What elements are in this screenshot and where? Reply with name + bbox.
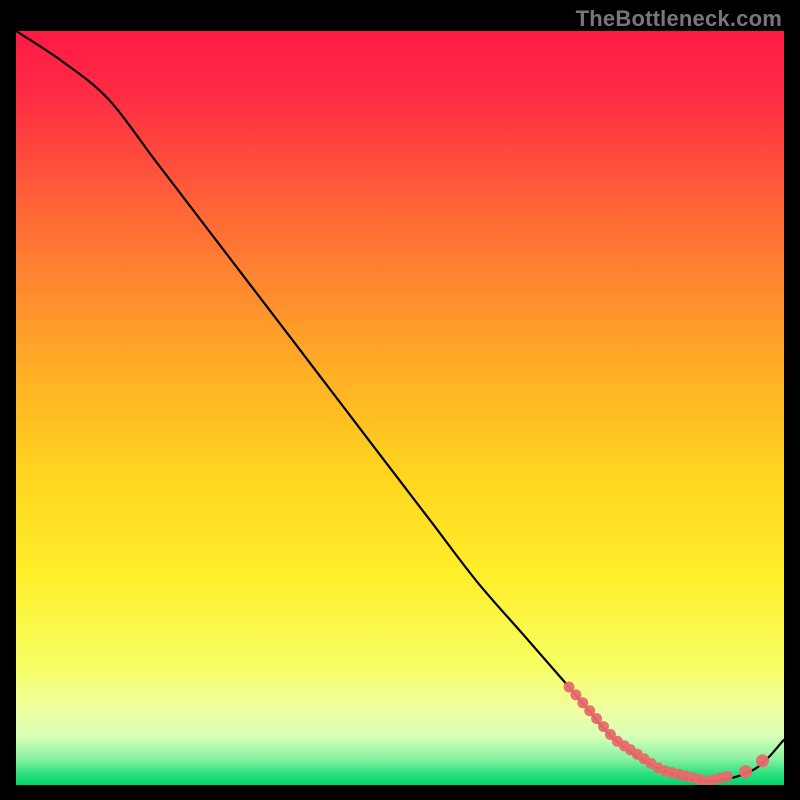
curve-layer [16, 31, 784, 785]
plot-area [16, 31, 784, 785]
highlight-dot [756, 754, 769, 767]
bottleneck-curve [16, 31, 784, 781]
chart-frame: TheBottleneck.com [0, 0, 800, 800]
highlight-dot [722, 771, 733, 782]
watermark-text: TheBottleneck.com [576, 6, 782, 32]
highlight-dot [739, 765, 752, 778]
